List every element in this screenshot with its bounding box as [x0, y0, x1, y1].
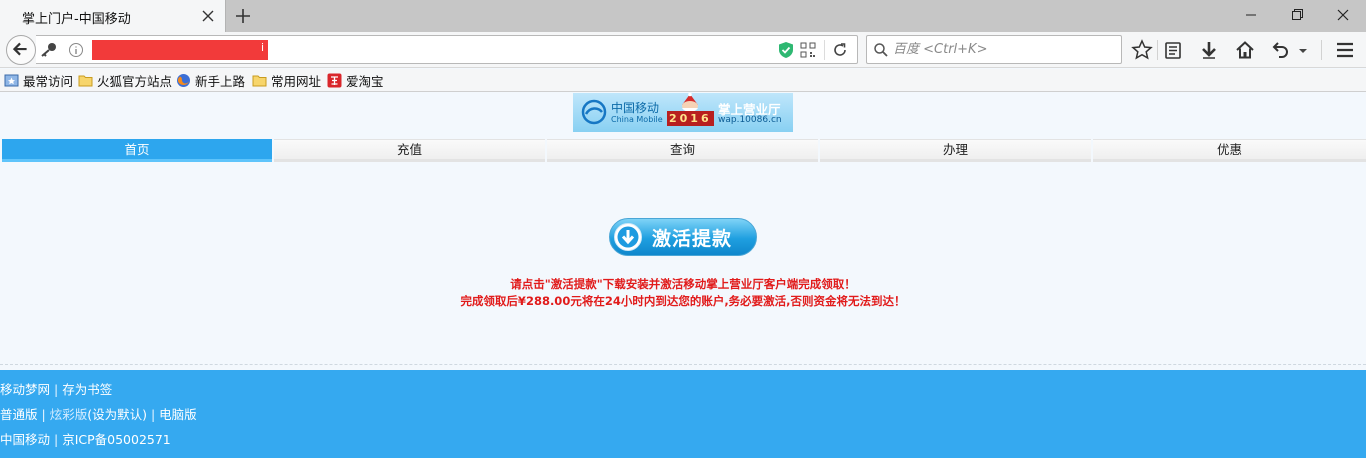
qr-code-icon[interactable] [800, 42, 816, 58]
bookmark-item[interactable]: 新手上路 [176, 71, 245, 89]
url-bar[interactable]: i [36, 35, 858, 64]
footer-row: 普通版 | 炫彩版(设为默认) | 电脑版 [0, 404, 197, 423]
footer-current-version: 炫彩版 [49, 407, 88, 422]
brand-name: 中国移动 [611, 101, 660, 115]
bookmark-label: 最常访问 [23, 73, 74, 89]
banner-year: 2016 [667, 111, 714, 126]
footer-separator: | [146, 407, 160, 422]
close-window-icon[interactable] [1320, 0, 1366, 30]
footer-row: 中国移动 | 京ICP备05002571 [0, 429, 171, 448]
tab-strip: 掌上门户-中国移动 [0, 0, 1366, 32]
reload-icon[interactable] [832, 42, 848, 58]
toolbar-divider [1321, 40, 1322, 60]
new-tab-icon[interactable] [232, 5, 254, 27]
footer-icp: 京ICP备05002571 [62, 432, 171, 447]
url-tail: i [260, 41, 264, 54]
bookmark-item[interactable]: 爱淘宝 [327, 71, 384, 89]
search-input[interactable] [893, 38, 1117, 61]
footer-separator: | [37, 407, 50, 422]
page-content: 中国移动 China Mobile 2016 掌上营业厅 wap.10086.c… [0, 93, 1366, 458]
minimize-icon[interactable] [1228, 0, 1274, 30]
brand-name-en: China Mobile [611, 115, 663, 124]
bookmark-star-icon[interactable] [1131, 39, 1153, 61]
tab-title: 掌上门户-中国移动 [22, 12, 131, 27]
footer-link-basic-version[interactable]: 普通版 [0, 407, 38, 422]
toolbar-divider [1157, 40, 1158, 60]
banner-url: wap.10086.cn [718, 115, 782, 125]
activate-label: 激活提款 [652, 228, 733, 250]
url-value[interactable]: i [92, 40, 268, 60]
download-icon[interactable] [1198, 39, 1220, 61]
menu-item-recharge[interactable]: 充值 [274, 139, 545, 162]
santa-icon [682, 93, 698, 112]
menu-item-service[interactable]: 办理 [820, 139, 1091, 162]
bookmark-label: 火狐官方站点 [97, 73, 173, 89]
bookmark-item[interactable]: 常用网址 [252, 71, 321, 89]
notice-text: 请点击"激活提款"下载安装并激活移动掌上营业厅客户端完成领取！ [510, 277, 856, 291]
divider [0, 364, 1366, 365]
footer-link-pc-version[interactable]: 电脑版 [159, 407, 197, 422]
undo-arrow-icon[interactable] [1269, 39, 1291, 61]
close-tab-icon[interactable] [198, 6, 218, 26]
key-icon[interactable] [40, 42, 58, 58]
main-menu: 首页 充值 查询 办理 优惠 [2, 139, 1366, 162]
firefox-icon [177, 73, 190, 87]
header-banner[interactable]: 中国移动 China Mobile 2016 掌上营业厅 wap.10086.c… [573, 93, 793, 132]
notice-text: 完成领取后¥288.00元将在24小时内到达您的账户,务必要激活,否则资金将无法… [460, 294, 906, 308]
restore-icon[interactable] [1274, 0, 1320, 30]
info-icon[interactable] [68, 42, 84, 58]
footer-separator: | [50, 382, 63, 397]
bookmarks-bar: 最常访问 火狐官方站点 新手上路 常用网址 爱淘宝 [0, 69, 1366, 92]
reading-list-icon[interactable] [1162, 39, 1184, 61]
home-icon[interactable] [1234, 39, 1256, 61]
menu-item-offers[interactable]: 优惠 [1093, 139, 1366, 162]
back-button[interactable] [6, 35, 36, 65]
search-bar[interactable] [866, 35, 1122, 64]
url-divider [824, 40, 825, 60]
bookmark-item[interactable]: 火狐官方站点 [78, 71, 172, 89]
footer-link-bookmark[interactable]: 存为书签 [62, 382, 112, 397]
taobao-icon [327, 73, 342, 87]
footer-link-set-default[interactable]: (设为默认) [87, 407, 147, 422]
star-folder-icon [4, 74, 19, 86]
search-icon [874, 43, 888, 57]
activate-withdraw-button[interactable]: 激活提款 [609, 218, 757, 256]
menu-item-query[interactable]: 查询 [547, 139, 818, 162]
bookmark-item[interactable]: 最常访问 [4, 71, 73, 89]
shield-icon[interactable] [778, 41, 794, 59]
footer: 移动梦网 | 存为书签 普通版 | 炫彩版(设为默认) | 电脑版 中国移动 |… [0, 370, 1366, 458]
footer-separator: | [50, 432, 63, 447]
menu-item-home[interactable]: 首页 [2, 139, 272, 162]
footer-row: 移动梦网 | 存为书签 [0, 379, 112, 398]
bookmark-label: 常用网址 [271, 73, 322, 89]
bookmark-label: 新手上路 [195, 73, 246, 89]
footer-link-mobile-dream[interactable]: 移动梦网 [0, 382, 50, 397]
folder-icon [78, 75, 93, 86]
download-arrow-icon [614, 223, 642, 251]
bookmark-label: 爱淘宝 [346, 73, 384, 89]
year-text: 2016 [667, 111, 714, 126]
nav-bar: i [0, 32, 1366, 68]
hamburger-menu-icon[interactable] [1334, 39, 1356, 61]
folder-icon [252, 75, 267, 86]
chevron-down-icon[interactable] [1296, 39, 1310, 61]
footer-link-china-mobile[interactable]: 中国移动 [0, 432, 50, 447]
arrow-left-icon [12, 42, 27, 56]
browser-tab[interactable]: 掌上门户-中国移动 [0, 0, 226, 32]
china-mobile-logo-icon [581, 99, 607, 125]
